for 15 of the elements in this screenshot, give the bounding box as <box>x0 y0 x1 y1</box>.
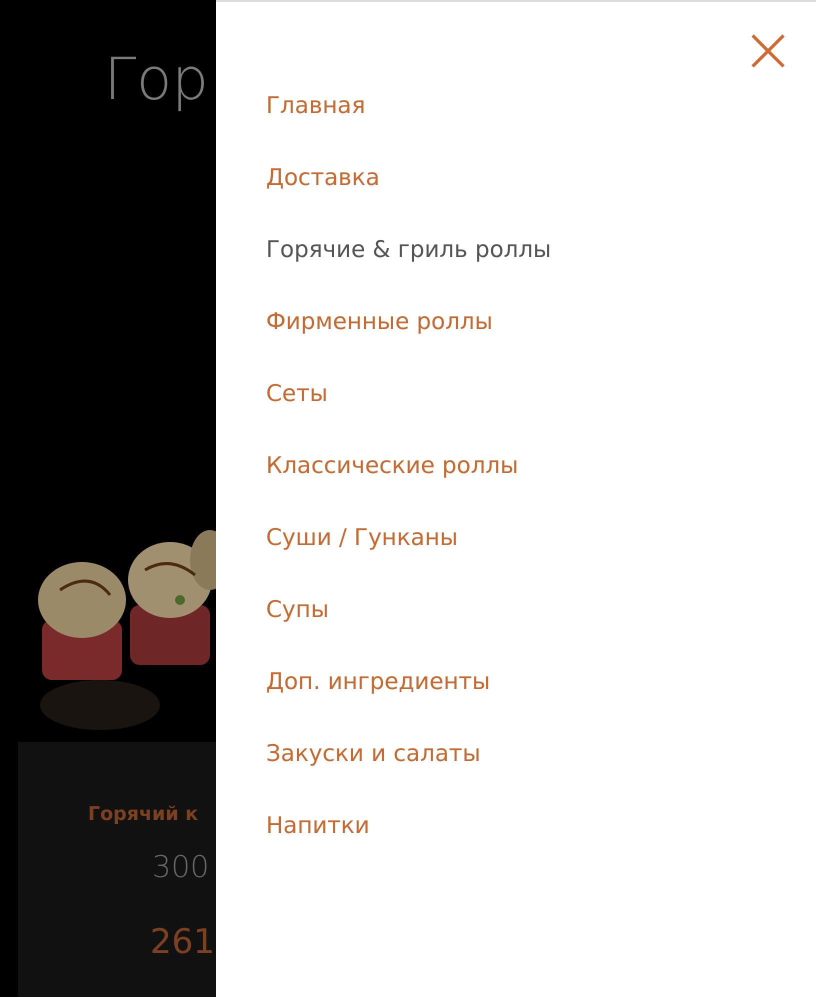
menu-link[interactable]: Фирменные роллы <box>266 304 493 340</box>
menu-link[interactable]: Доп. ингредиенты <box>266 664 490 700</box>
menu-link[interactable]: Супы <box>266 592 329 628</box>
product-weight: 300 <box>152 852 210 882</box>
menu-link[interactable]: Закуски и салаты <box>266 736 480 772</box>
menu-link[interactable]: Главная <box>266 88 366 124</box>
product-price: 261 <box>150 924 216 958</box>
menu-link[interactable]: Сеты <box>266 376 328 412</box>
product-name: Горячий к <box>88 802 200 827</box>
menu-link[interactable]: Доставка <box>266 160 380 196</box>
menu-link[interactable]: Горячие & гриль роллы <box>266 232 552 268</box>
menu-link[interactable]: Напитки <box>266 808 370 844</box>
close-button[interactable]: × <box>742 24 794 76</box>
menu-link[interactable]: Суши / Гунканы <box>266 520 458 556</box>
menu-link[interactable]: Классические роллы <box>266 448 518 484</box>
